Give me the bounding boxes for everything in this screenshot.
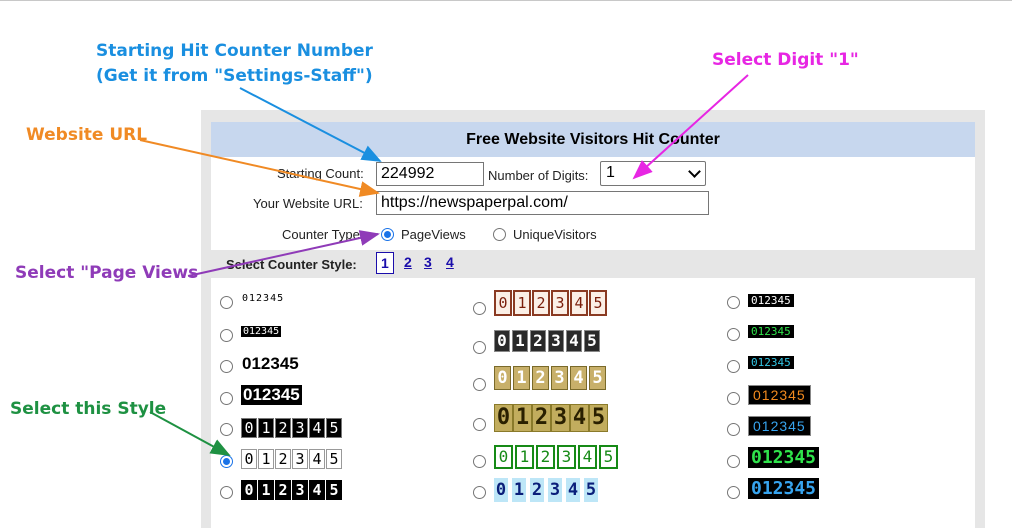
annotation-website-url: Website URL xyxy=(26,125,148,145)
annotation-select-pageviews: Select "Page Views xyxy=(15,263,199,283)
arrow-starting-count xyxy=(239,87,382,162)
annotation-starting-line1: Starting Hit Counter Number xyxy=(96,41,373,61)
annotation-starting-line2: (Get it from "Settings-Staff") xyxy=(96,66,373,86)
arrow-website-url xyxy=(139,139,380,197)
annotation-select-style: Select this Style xyxy=(10,399,167,419)
arrow-select-pageviews xyxy=(187,230,380,277)
annotation-select-digit: Select Digit "1" xyxy=(712,50,859,70)
arrow-select-digit xyxy=(632,74,749,180)
